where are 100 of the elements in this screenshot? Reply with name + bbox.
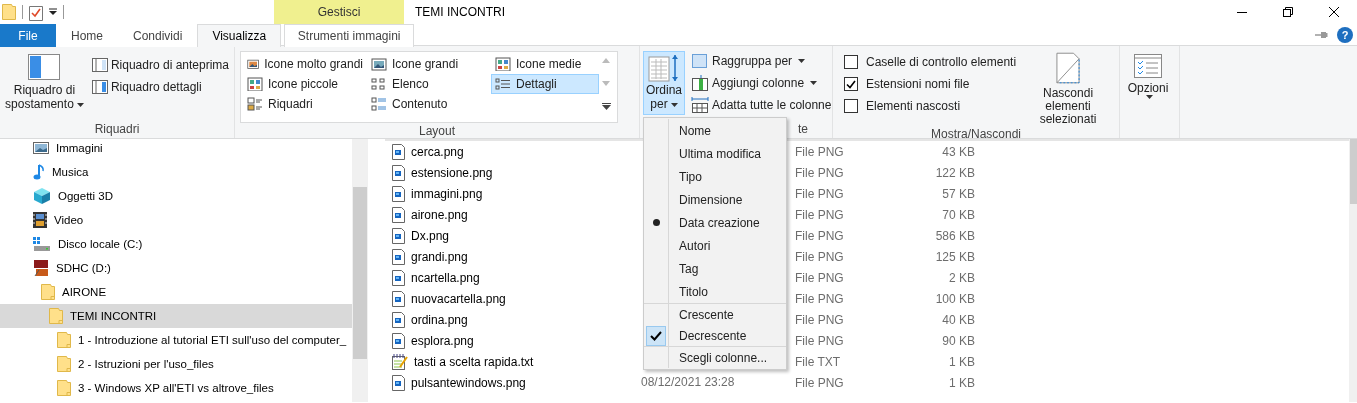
file-name: nuovacartella.png	[411, 291, 506, 306]
nav-item[interactable]: 1 - Introduzione al tutorial ETI sull'uso del computer_	[0, 328, 352, 352]
file-name: Dx.png	[411, 228, 450, 243]
document-icon	[1056, 52, 1081, 84]
folder-icon	[49, 308, 63, 324]
nav-item[interactable]: Oggetti 3D	[0, 184, 352, 208]
file-size: 1 KB	[948, 354, 975, 369]
view-button[interactable]: Adatta tutte le colonne	[689, 95, 834, 115]
checkbox-option[interactable]: Caselle di controllo elementi	[844, 51, 1017, 73]
nav-item[interactable]: Video	[0, 208, 352, 232]
tiles-icon	[247, 97, 263, 111]
filmstrip-icon	[33, 212, 47, 228]
music-note-icon	[33, 164, 45, 180]
group-label: te	[798, 122, 808, 136]
layout-option[interactable]: Icone medie	[491, 54, 599, 74]
menu-item[interactable]: Data creazione	[644, 211, 786, 234]
scroll-down-icon[interactable]	[602, 80, 610, 86]
expand-icon[interactable]	[601, 103, 611, 110]
layout-option[interactable]: Icone molto grandi	[243, 54, 367, 74]
layout-option[interactable]: Elenco	[367, 74, 491, 94]
image-file-icon	[392, 311, 405, 328]
navigation-pane-button[interactable]: Riquadro di spostamento	[3, 51, 86, 120]
nav-item[interactable]: Musica	[0, 160, 352, 184]
checkbox[interactable]	[844, 55, 858, 69]
menu-item[interactable]: Nome	[644, 119, 786, 142]
file-type: File PNG	[794, 375, 845, 390]
file-type: File PNG	[794, 165, 845, 180]
sort-icon	[648, 54, 680, 82]
file-name: tasti a scelta rapida.txt	[414, 354, 534, 369]
file-name: pulsantewindows.png	[411, 375, 526, 390]
file-type: File PNG	[794, 144, 845, 159]
close-icon	[1329, 7, 1339, 17]
nav-item[interactable]: TEMI INCONTRI	[0, 304, 352, 328]
file-type: File PNG	[794, 207, 845, 222]
sort-by-button[interactable]: Ordina per	[643, 51, 685, 115]
pane-icon	[28, 54, 61, 80]
file-type: File PNG	[794, 249, 845, 264]
add-column-icon	[691, 75, 709, 91]
file-type: File PNG	[794, 228, 845, 243]
file-type: File TXT	[794, 354, 842, 369]
options-button[interactable]: Opzioni	[1123, 51, 1173, 138]
nav-item[interactable]: 3 - Windows XP all'ETI vs altrove_files	[0, 376, 352, 400]
ribbon-tab[interactable]: Visualizza	[197, 24, 282, 47]
file-type: File PNG	[794, 186, 845, 201]
nav-item[interactable]: AIRONE	[0, 280, 352, 304]
menu-item[interactable]: Dimensione	[644, 188, 786, 211]
nav-item[interactable]: Disco locale (C:)	[0, 232, 352, 256]
file-size: 57 KB	[941, 186, 975, 201]
pin-icon[interactable]	[1315, 31, 1329, 39]
view-button[interactable]: Raggruppa per	[689, 51, 834, 71]
pane-button[interactable]: Riquadro dettagli	[89, 77, 231, 97]
nav-item[interactable]: 2 - Istruzioni per l'uso_files	[0, 352, 352, 376]
window-title: TEMI INCONTRI	[414, 4, 505, 21]
file-type: File PNG	[794, 312, 845, 327]
menu-item[interactable]: Titolo	[644, 280, 786, 303]
ribbon-tab[interactable]: Strumenti immagini	[284, 24, 415, 47]
file-name: ordina.png	[411, 312, 468, 327]
nav-item[interactable]: Immagini	[0, 139, 352, 160]
sd-card-icon	[33, 259, 49, 277]
menu-item[interactable]: Crescente	[644, 304, 786, 325]
folder-icon	[57, 332, 71, 348]
preview-pane-icon	[91, 58, 108, 72]
scrollbar[interactable]	[1349, 139, 1357, 402]
layout-option[interactable]: Dettagli	[491, 74, 599, 94]
list-icon	[371, 77, 387, 91]
checkbox-option[interactable]: Elementi nascosti	[844, 95, 1017, 117]
menu-item[interactable]: Autori	[644, 234, 786, 257]
file-size: 2 KB	[948, 270, 975, 285]
menu-item[interactable]: Tipo	[644, 165, 786, 188]
checkbox[interactable]	[844, 77, 858, 91]
ribbon-tab[interactable]: File	[0, 24, 56, 47]
restore-icon	[1283, 7, 1293, 17]
image-file-icon	[392, 332, 405, 349]
layout-option[interactable]: Icone grandi	[367, 54, 491, 74]
layout-option[interactable]: Riquadri	[243, 94, 367, 114]
properties-icon[interactable]	[29, 3, 43, 21]
menu-item[interactable]: Tag	[644, 257, 786, 280]
file-size: 1 KB	[948, 375, 975, 390]
folder-icon[interactable]	[2, 4, 16, 20]
scrollbar[interactable]	[352, 139, 368, 402]
image-file-icon	[392, 269, 405, 286]
image-file-icon	[392, 374, 405, 391]
scroll-up-icon[interactable]	[602, 58, 610, 63]
layout-option[interactable]: Icone piccole	[243, 74, 367, 94]
help-button[interactable]: ?	[1337, 27, 1353, 43]
grid-icon	[495, 57, 511, 71]
nav-item[interactable]: SDHC (D:)	[0, 256, 352, 280]
pane-button[interactable]: Riquadro di anteprima	[89, 55, 231, 75]
caret-icon	[1146, 95, 1153, 99]
file-size: 122 KB	[934, 165, 975, 180]
menu-item[interactable]: Decrescente	[644, 325, 786, 346]
checkbox[interactable]	[844, 99, 858, 113]
checkbox-option[interactable]: Estensioni nomi file	[844, 73, 1017, 95]
menu-item[interactable]: Scegli colonne...	[644, 347, 786, 368]
customize-menu-icon[interactable]	[49, 8, 57, 16]
view-button[interactable]: Aggiungi colonne	[689, 73, 834, 93]
layout-option[interactable]: Contenuto	[367, 94, 491, 114]
group-label: Riquadri	[93, 121, 141, 138]
menu-item[interactable]: Ultima modifica	[644, 142, 786, 165]
hide-selected-button[interactable]: Nascondi elementi selezionati	[1020, 51, 1116, 127]
